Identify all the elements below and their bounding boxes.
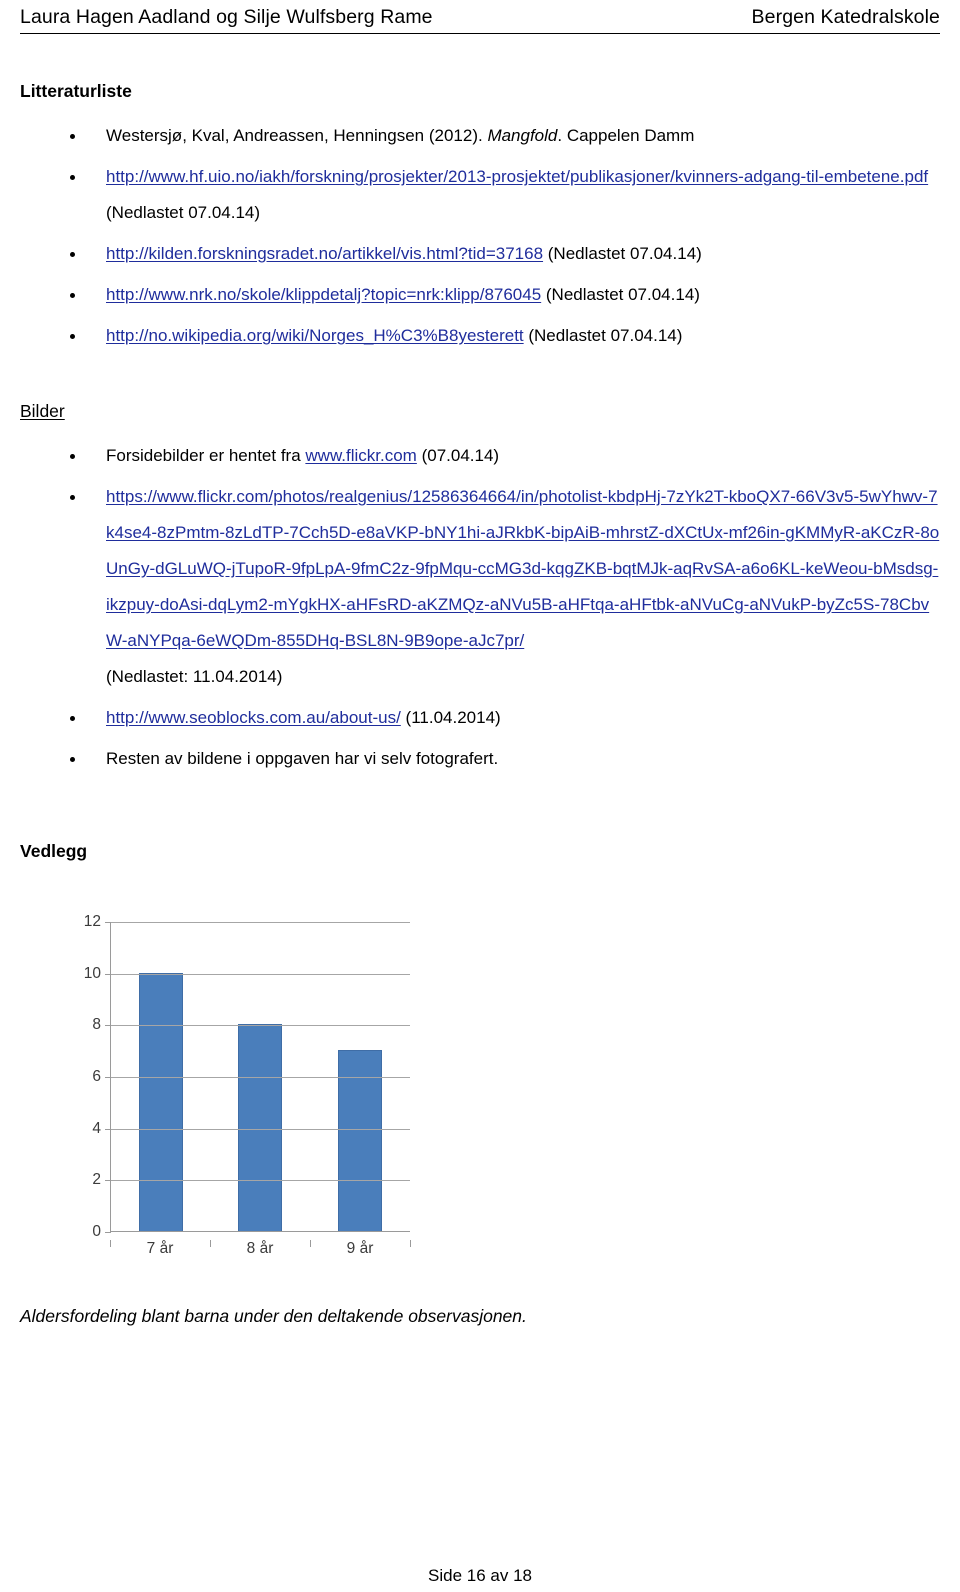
reference-accessed-note: (Nedlastet 07.04.14) <box>541 285 700 304</box>
chart-inner: 0 2 4 6 8 10 12 7 år 8 år 9 år <box>48 908 411 1260</box>
chart-gridline <box>111 1025 410 1027</box>
reference-title: Mangfold <box>487 126 558 145</box>
chart-gridline <box>111 1077 410 1078</box>
chart-y-tick-mark <box>105 1232 111 1233</box>
page-footer: Side 16 av 18 <box>428 1566 532 1585</box>
list-item: Resten av bildene i oppgaven har vi selv… <box>20 741 940 777</box>
chart-y-tick-mark <box>105 1025 111 1027</box>
chart-y-tick-label: 2 <box>92 1171 101 1189</box>
section-heading-vedlegg: Vedlegg <box>20 841 88 861</box>
chart-y-tick-mark <box>105 973 111 975</box>
chart-y-tick-label: 4 <box>92 1119 101 1137</box>
reference-accessed-note: (Nedlastet 07.04.14) <box>106 203 261 222</box>
reference-link[interactable]: http://www.hf.uio.no/iakh/forskning/pros… <box>106 167 928 186</box>
reference-accessed-note: (Nedlastet 07.04.14) <box>543 244 702 263</box>
list-item: Forsidebilder er hentet fra www.flickr.c… <box>20 438 940 474</box>
chart-x-axis-labels: 7 år 8 år 9 år <box>110 1240 411 1258</box>
chart-x-tick-mark <box>310 1240 311 1247</box>
litteraturliste-list: Westersjø, Kval, Andreassen, Henningsen … <box>20 118 940 354</box>
image-source-link[interactable]: www.flickr.com <box>305 446 416 465</box>
reference-link[interactable]: http://www.nrk.no/skole/klippdetalj?topi… <box>106 285 541 304</box>
chart-gridline <box>111 1180 410 1182</box>
chart-x-tick-label: 8 år <box>246 1240 274 1257</box>
chart-x-tick-mark <box>210 1240 211 1247</box>
own-photos-note: Resten av bildene i oppgaven har vi selv… <box>106 749 499 768</box>
chart-y-tick-label: 0 <box>92 1223 101 1240</box>
section-heading-litteraturliste: Litteraturliste <box>20 81 132 101</box>
chart-x-tick-mark <box>110 1240 111 1247</box>
chart-x-tick-label: 7 år <box>146 1240 174 1257</box>
chart-y-tick-mark <box>105 1128 111 1130</box>
chart-y-tick-mark <box>105 1180 111 1182</box>
bilder-list: Forsidebilder er hentet fra www.flickr.c… <box>20 438 940 777</box>
list-item: http://www.seoblocks.com.au/about-us/ (1… <box>20 700 940 736</box>
image-source-link[interactable]: http://www.seoblocks.com.au/about-us/ <box>106 708 401 727</box>
chart-y-tick-label: 6 <box>92 1068 101 1085</box>
flickr-photolist-link[interactable]: https://www.flickr.com/photos/realgenius… <box>106 487 939 650</box>
list-item: https://www.flickr.com/photos/realgenius… <box>20 479 940 695</box>
image-source-prefix: Forsidebilder er hentet fra <box>106 446 306 465</box>
chart-bar <box>138 972 183 1231</box>
chart-y-tick-label: 10 <box>83 964 101 982</box>
list-item: http://www.hf.uio.no/iakh/forskning/pros… <box>20 159 940 231</box>
document-page: Laura Hagen Aadland og Silje Wulfsberg R… <box>0 0 960 1592</box>
figure-caption: Aldersfordeling blant barna under den de… <box>20 1306 527 1326</box>
image-source-note: (11.04.2014) <box>400 708 501 727</box>
age-distribution-bar-chart: 0 2 4 6 8 10 12 7 år 8 år 9 år <box>20 884 440 1284</box>
chart-gridline <box>111 922 410 923</box>
reference-author-year: Westersjø, Kval, Andreassen, Henningsen … <box>106 126 488 145</box>
chart-plot-area: 0 2 4 6 8 10 12 <box>84 913 410 1240</box>
reference-link[interactable]: http://kilden.forskningsradet.no/artikke… <box>106 244 543 263</box>
running-header: Laura Hagen Aadland og Silje Wulfsberg R… <box>20 0 940 34</box>
chart-y-tick-label: 8 <box>92 1016 101 1034</box>
chart-gridline <box>111 973 410 975</box>
chart-gridline <box>111 1128 410 1130</box>
header-school: Bergen Katedralskole <box>751 6 940 28</box>
reference-accessed-note: (Nedlastet 07.04.14) <box>523 326 683 345</box>
chart-y-tick-label: 12 <box>83 913 101 930</box>
section-heading-bilder: Bilder <box>20 401 65 421</box>
list-item: http://kilden.forskningsradet.no/artikke… <box>20 236 940 272</box>
chart-y-tick-mark <box>105 922 111 923</box>
chart-y-tick-mark <box>105 1077 111 1078</box>
list-item: http://www.nrk.no/skole/klippdetalj?topi… <box>20 277 940 313</box>
reference-link[interactable]: http://no.wikipedia.org/wiki/Norges_H%C3… <box>106 326 524 345</box>
image-source-note: (07.04.14) <box>416 446 500 465</box>
chart-x-tick-label: 9 år <box>346 1240 374 1257</box>
header-authors: Laura Hagen Aadland og Silje Wulfsberg R… <box>20 6 433 28</box>
list-item: http://no.wikipedia.org/wiki/Norges_H%C3… <box>20 318 940 354</box>
chart-x-tick-mark <box>410 1240 411 1247</box>
flickr-accessed-note: (Nedlastet: 11.04.2014) <box>106 667 283 686</box>
reference-publisher: . Cappelen Damm <box>557 126 695 145</box>
list-item: Westersjø, Kval, Andreassen, Henningsen … <box>20 118 940 154</box>
